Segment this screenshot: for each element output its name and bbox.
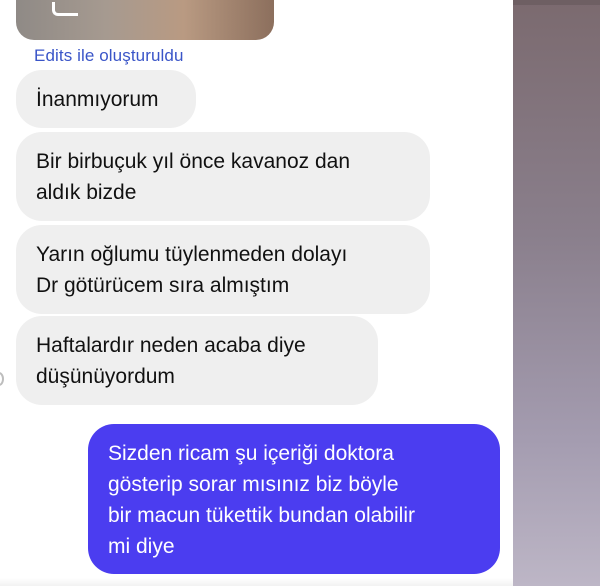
media-overlay-icon bbox=[52, 2, 78, 16]
message-bubble-received[interactable]: Yarın oğlumu tüylenmeden dolayı Dr götür… bbox=[16, 225, 430, 314]
reaction-indicator-icon bbox=[0, 372, 4, 386]
edits-attribution-link[interactable]: Edits ile oluşturuldu bbox=[34, 46, 184, 66]
composer-edge bbox=[0, 578, 513, 586]
shared-media-preview[interactable] bbox=[16, 0, 274, 40]
message-bubble-sent[interactable]: Sizden ricam şu içeriği doktora gösterip… bbox=[88, 424, 500, 574]
message-bubble-received[interactable]: Haftalardır neden acaba diye düşünüyordu… bbox=[16, 316, 378, 405]
chat-panel: Edits ile oluşturuldu İnanmıyorum Bir bi… bbox=[0, 0, 513, 586]
message-bubble-received[interactable]: İnanmıyorum bbox=[16, 70, 196, 128]
message-bubble-received[interactable]: Bir birbuçuk yıl önce kavanoz dan aldık … bbox=[16, 132, 430, 221]
